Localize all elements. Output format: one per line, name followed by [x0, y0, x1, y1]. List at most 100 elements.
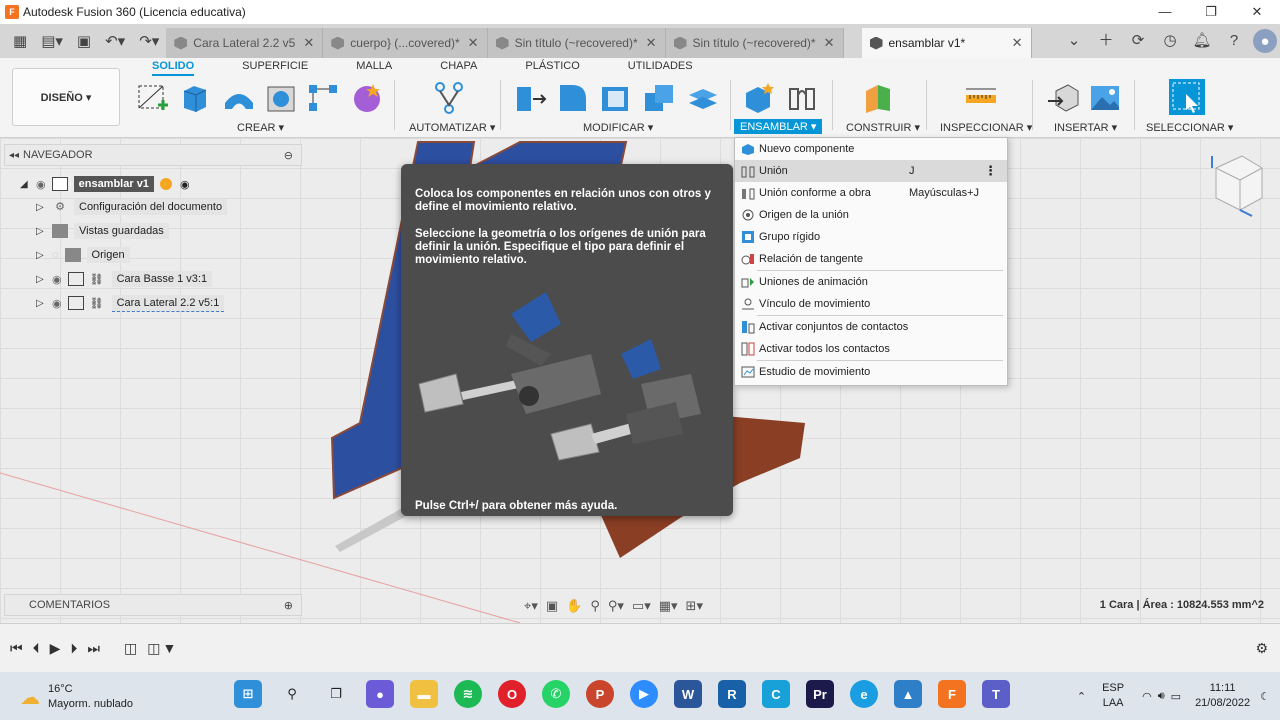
file-icon[interactable]: ▤▾	[41, 32, 63, 50]
comments-panel-header[interactable]: COMENTARIOS ⊕	[4, 594, 302, 616]
menu-item-drive-joints[interactable]: Uniones de animación	[735, 271, 1007, 293]
document-tab-active[interactable]: ensamblar v1* ✕	[861, 28, 1032, 58]
menu-item-as-built-joint[interactable]: Unión conforme a obra Mayúsculas+J	[735, 182, 1007, 204]
revolve-icon[interactable]	[222, 81, 256, 115]
hidden-eye-icon[interactable]: ◌	[52, 249, 59, 261]
construct-plane-icon[interactable]	[862, 81, 896, 115]
visibility-eye-icon[interactable]: ◉	[52, 273, 62, 286]
tab-plastico[interactable]: PLÁSTICO	[525, 58, 579, 76]
more-options-icon[interactable]: ⋮	[984, 163, 997, 179]
create-sketch-icon[interactable]	[136, 81, 170, 115]
play-icon[interactable]: ▶	[50, 640, 61, 657]
menu-item-tangent-relationship[interactable]: Relación de tangente	[735, 248, 1007, 270]
menu-item-new-component[interactable]: Nuevo componente	[735, 138, 1007, 160]
file-explorer-icon[interactable]: ▬	[410, 680, 438, 708]
menu-item-enable-all-contact[interactable]: Activar todos los contactos	[735, 338, 1007, 360]
radio-activate-icon[interactable]: ◉	[180, 178, 190, 191]
extrude-icon[interactable]	[178, 81, 212, 115]
display-settings-icon[interactable]: ▭▾	[632, 598, 651, 614]
browser-panel-header[interactable]: ◂◂ NAVEGADOR ⊖	[4, 144, 302, 166]
premiere-icon[interactable]: Pr	[806, 680, 834, 708]
visibility-eye-icon[interactable]: ◉	[36, 178, 46, 191]
grid-settings-icon[interactable]: ▦▾	[659, 598, 678, 614]
look-at-icon[interactable]: ▣	[546, 598, 558, 614]
expand-triangle-icon[interactable]: ▷	[36, 202, 46, 213]
viewports-icon[interactable]: ⊞▾	[686, 598, 703, 614]
close-icon[interactable]: ✕	[1234, 0, 1280, 24]
battery-icon[interactable]: ▭	[1171, 690, 1181, 703]
group-insertar[interactable]: INSERTAR ▾	[1054, 121, 1117, 134]
spotify-icon[interactable]: ≋	[454, 680, 482, 708]
powerpoint-icon[interactable]: P	[586, 680, 614, 708]
pan-icon[interactable]: ✋	[566, 598, 582, 614]
fillet-icon[interactable]	[556, 81, 590, 115]
expand-triangle-icon[interactable]: ▷	[36, 250, 46, 261]
tab-close-icon[interactable]: ✕	[646, 35, 657, 51]
automate-icon[interactable]	[432, 81, 466, 115]
joint-icon[interactable]	[786, 81, 820, 115]
go-to-end-icon[interactable]: ⏭	[87, 640, 100, 657]
menu-item-motion-link[interactable]: Vínculo de movimiento	[735, 293, 1007, 315]
menu-item-joint[interactable]: Unión J ⋮	[735, 160, 1007, 182]
maximize-icon[interactable]: ❐	[1188, 0, 1234, 24]
activate-icon[interactable]	[159, 178, 172, 190]
avatar[interactable]: ●	[1253, 29, 1277, 53]
document-tab[interactable]: cuerpo} (...covered)* ✕	[323, 28, 488, 58]
help-icon[interactable]: ?	[1221, 28, 1247, 54]
insert-canvas-icon[interactable]	[1088, 81, 1122, 115]
redo-icon[interactable]: ↷▾	[139, 32, 159, 50]
tab-utilidades[interactable]: UTILIDADES	[628, 58, 693, 76]
go-to-start-icon[interactable]: ⏮	[10, 640, 23, 657]
combine-icon[interactable]	[642, 81, 676, 115]
task-view-icon[interactable]: ❐	[322, 680, 350, 708]
chat-icon[interactable]: ●	[366, 680, 394, 708]
visibility-eye-icon[interactable]: ◉	[52, 297, 62, 310]
browser-row-views[interactable]: ▷ Vistas guardadas	[36, 221, 169, 241]
document-tab[interactable]: Sin título (~recovered)* ✕	[665, 28, 844, 58]
wifi-icon[interactable]: ◠	[1142, 690, 1152, 703]
browser-root-row[interactable]: ◢ ◉ ensamblar v1 ◉	[20, 174, 190, 194]
browser-row-origin[interactable]: ▷ ◌ Origen	[36, 245, 130, 265]
clock[interactable]: 11:11 21/08/2022	[1195, 681, 1250, 711]
expand-triangle-icon[interactable]: ▷	[36, 226, 46, 237]
minimize-icon[interactable]: —	[1142, 0, 1188, 24]
save-icon[interactable]: ▣	[77, 32, 91, 50]
menu-item-joint-origin[interactable]: Origen de la unión	[735, 204, 1007, 226]
tab-chapa[interactable]: CHAPA	[440, 58, 477, 76]
whatsapp-icon[interactable]: ✆	[542, 680, 570, 708]
undo-icon[interactable]: ↶▾	[105, 32, 125, 50]
extensions-icon[interactable]: ⟳	[1125, 28, 1151, 54]
group-modificar[interactable]: MODIFICAR ▾	[583, 121, 653, 134]
shell-icon[interactable]	[599, 81, 633, 115]
expand-triangle-icon[interactable]: ▷	[36, 274, 46, 285]
tab-close-icon[interactable]: ✕	[303, 35, 314, 51]
browser-row-component[interactable]: ▷ ◉ ⛓ Cara Lateral 2.2 v5:1	[36, 293, 225, 313]
tab-solido[interactable]: SOLIDO	[152, 58, 195, 76]
notifications-icon[interactable]: 🔔︎	[1189, 28, 1215, 54]
show-hidden-icons-icon[interactable]: ⌃	[1077, 690, 1086, 703]
word-icon[interactable]: W	[674, 680, 702, 708]
group-seleccionar[interactable]: SELECCIONAR ▾	[1146, 121, 1233, 134]
new-tab-icon[interactable]: ＋	[1093, 28, 1119, 54]
tab-superficie[interactable]: SUPERFICIE	[242, 58, 308, 76]
measure-icon[interactable]	[964, 81, 998, 115]
collapse-icon[interactable]: ◂◂	[9, 150, 19, 161]
add-comment-icon[interactable]: ⊕	[284, 599, 293, 612]
opera-icon[interactable]: O	[498, 680, 526, 708]
timeline-marker-icon[interactable]: ▼	[162, 640, 176, 656]
c-app-icon[interactable]: C	[762, 680, 790, 708]
pattern-icon[interactable]	[306, 81, 340, 115]
menu-item-motion-study[interactable]: Estudio de movimiento	[735, 361, 1007, 383]
apps-grid-icon[interactable]: ▦	[13, 32, 27, 50]
volume-icon[interactable]: 🔊︎	[1158, 690, 1165, 703]
press-pull-icon[interactable]	[514, 81, 548, 115]
tab-close-icon[interactable]: ✕	[1012, 35, 1023, 51]
zoom-app-icon[interactable]: ▶	[630, 680, 658, 708]
hole-icon[interactable]	[264, 81, 298, 115]
tab-close-icon[interactable]: ✕	[824, 35, 835, 51]
moon-icon[interactable]: ☾	[1260, 690, 1270, 703]
insert-derive-icon[interactable]	[1046, 81, 1080, 115]
start-icon[interactable]: ⊞	[234, 680, 262, 708]
zoom-window-icon[interactable]: ⚲▾	[608, 598, 624, 614]
group-ensamblar[interactable]: ENSAMBLAR ▾	[734, 119, 823, 134]
